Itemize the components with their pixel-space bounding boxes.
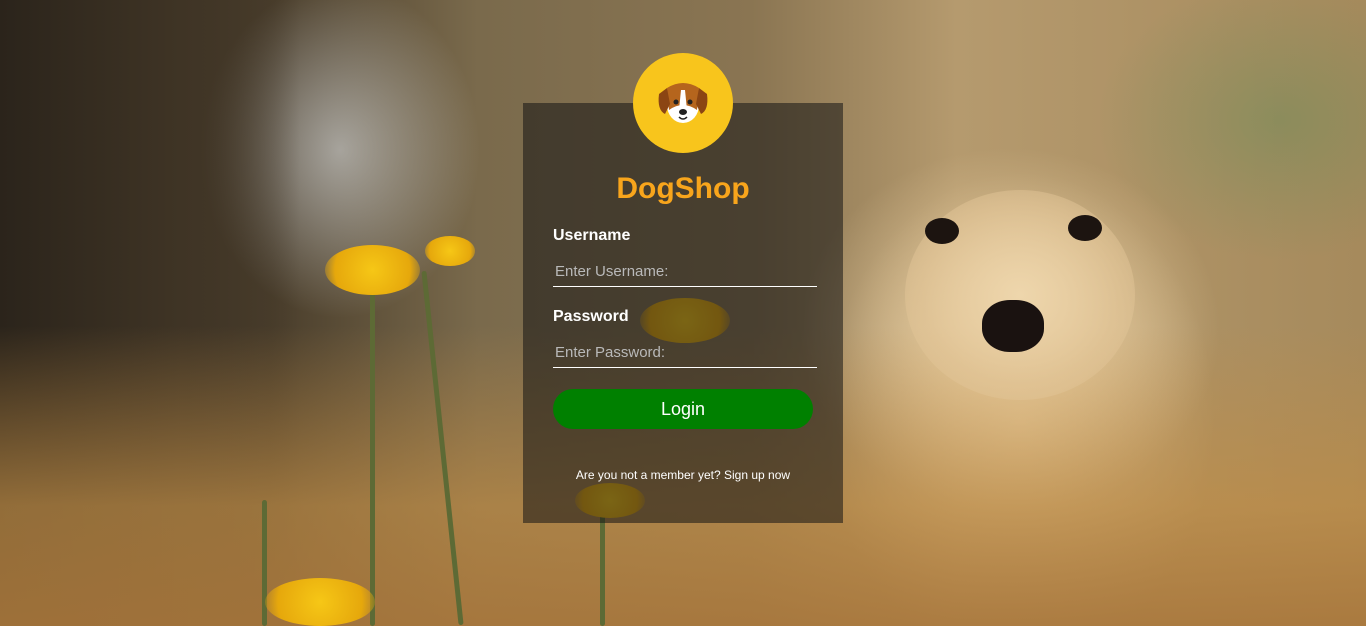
flower-stem: [370, 290, 375, 626]
username-input[interactable]: [553, 257, 817, 287]
login-button[interactable]: Login: [553, 389, 813, 429]
dog-photo-nose: [982, 300, 1044, 352]
password-label: Password: [553, 308, 629, 325]
dog-photo-eye: [1068, 215, 1102, 241]
logo-avatar: [633, 53, 733, 153]
dog-face-icon: [658, 83, 708, 123]
password-input[interactable]: [553, 338, 817, 368]
flower: [265, 578, 375, 626]
flower: [425, 236, 475, 266]
brand-title: DogShop: [616, 172, 750, 205]
flower-stem: [600, 510, 605, 626]
signup-prompt: Are you not a member yet? Sign up now: [523, 468, 843, 482]
signup-prefix: Are you not a member yet?: [575, 468, 721, 482]
dog-photo-eye: [925, 218, 959, 244]
username-label: Username: [553, 227, 631, 244]
signup-link[interactable]: Sign up now: [724, 468, 790, 482]
flower: [325, 245, 420, 295]
